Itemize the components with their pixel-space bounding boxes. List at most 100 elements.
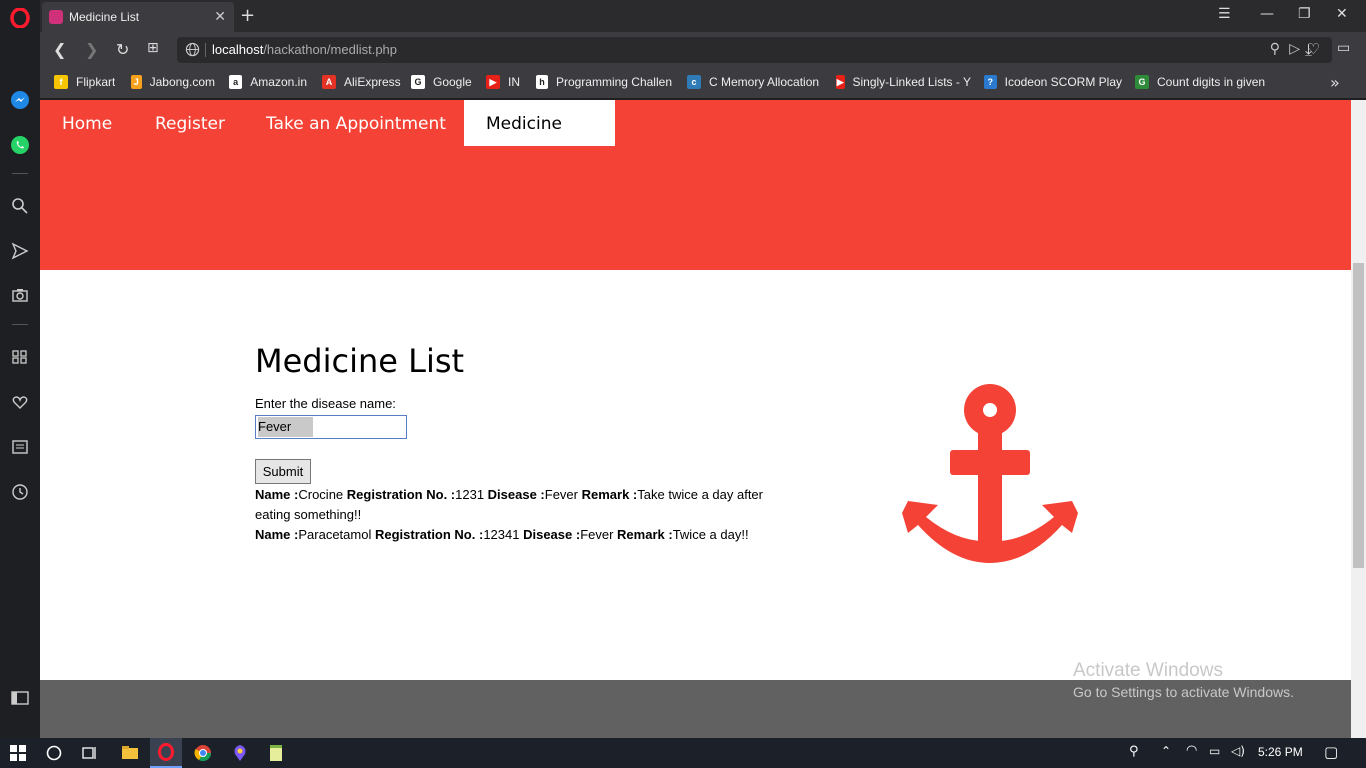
- clock[interactable]: 5:26 PM: [1258, 745, 1303, 759]
- people-icon[interactable]: ⚲: [1129, 744, 1139, 759]
- volume-icon[interactable]: ◁): [1231, 744, 1245, 758]
- bookmark-favicon-icon: f: [54, 75, 68, 89]
- bookmark-favicon-icon: h: [536, 75, 548, 89]
- tab-medicine-list[interactable]: Medicine List ✕: [42, 2, 234, 32]
- tab-strip: Medicine List ✕ + ☰ — ❐ ✕: [40, 0, 1366, 32]
- disease-input-value: Fever: [258, 417, 313, 437]
- close-tab-icon[interactable]: ✕: [214, 9, 226, 25]
- cortana-icon[interactable]: [44, 743, 64, 763]
- bookmarks-overflow-icon[interactable]: »: [1330, 73, 1340, 92]
- back-icon[interactable]: ❮: [53, 40, 66, 59]
- bookmark-favicon-icon: G: [411, 75, 425, 89]
- notepad-icon[interactable]: [266, 743, 286, 763]
- bookmark-favicon-icon: G: [1135, 75, 1149, 89]
- restore-icon[interactable]: ❐: [1298, 6, 1311, 22]
- bookmark-label: IN: [508, 75, 520, 89]
- bookmark-item[interactable]: ? Icodeon SCORM Play: [984, 75, 1122, 89]
- bookmark-label: Amazon.in: [250, 75, 307, 89]
- bookmark-favicon-icon: J: [131, 75, 142, 89]
- bookmark-label: Flipkart: [76, 75, 116, 89]
- bookmark-favicon-icon: ▶: [486, 75, 500, 89]
- opera-sidebar: [0, 0, 40, 738]
- anchor-icon: [902, 384, 1078, 563]
- opera-taskbar-icon[interactable]: [150, 738, 182, 768]
- opera-logo-icon[interactable]: [8, 6, 32, 30]
- task-view-icon[interactable]: [80, 743, 100, 763]
- heart-icon[interactable]: [8, 390, 32, 414]
- sidebar-toggle-icon[interactable]: [8, 686, 32, 710]
- result-item: Name :Crocine Registration No. :1231 Dis…: [255, 487, 763, 522]
- minimize-icon[interactable]: —: [1260, 6, 1274, 22]
- search-icon[interactable]: [8, 194, 32, 218]
- scrollbar-thumb[interactable]: [1353, 263, 1364, 568]
- bookmark-item[interactable]: G Google: [411, 75, 472, 89]
- tab-menu-icon[interactable]: ☰: [1218, 6, 1231, 22]
- bookmark-label: Programming Challen: [555, 75, 672, 89]
- send-icon[interactable]: [8, 239, 32, 263]
- tabs-grid-icon[interactable]: ⊞: [147, 40, 159, 56]
- disease-input[interactable]: Fever: [255, 415, 407, 439]
- battery-icon[interactable]: ▭: [1209, 744, 1220, 758]
- bookmark-label: C Memory Allocation: [709, 75, 820, 89]
- bookmark-item[interactable]: ▶ Singly-Linked Lists - Y: [836, 75, 971, 89]
- new-tab-icon[interactable]: +: [240, 5, 255, 26]
- bookmark-label: Jabong.com: [149, 75, 215, 89]
- nav-home-link[interactable]: Home: [40, 100, 134, 146]
- send-to-flow-icon[interactable]: ▷: [1289, 41, 1300, 57]
- reload-icon[interactable]: ↻: [116, 40, 129, 59]
- snapshot-icon[interactable]: ⚲: [1270, 41, 1280, 57]
- site-navigation: Home Register Take an Appointment Medici…: [40, 100, 1351, 182]
- bookmark-favicon-icon: A: [322, 75, 336, 89]
- download-icon[interactable]: ⤓: [1305, 40, 1312, 60]
- nav-appointment-link[interactable]: Take an Appointment: [244, 100, 468, 146]
- bookmark-item[interactable]: a Amazon.in: [229, 75, 307, 89]
- web-page: Home Register Take an Appointment Medici…: [40, 100, 1351, 738]
- action-center-icon[interactable]: ▢: [1324, 743, 1338, 761]
- bookmark-label: Icodeon SCORM Play: [1004, 75, 1122, 89]
- chrome-icon[interactable]: [193, 743, 213, 763]
- navigation-bar: ❮ ❯ ↻ ⊞ localhost/hackathon/medlist.php …: [40, 32, 1366, 68]
- file-explorer-icon[interactable]: [120, 743, 140, 763]
- submit-button[interactable]: Submit: [255, 459, 311, 484]
- close-window-icon[interactable]: ✕: [1336, 6, 1348, 22]
- page-title: Medicine List: [255, 342, 465, 380]
- nav-medicine-list-link[interactable]: Medicine List: [464, 100, 615, 182]
- history-icon[interactable]: [8, 480, 32, 504]
- bookmark-item[interactable]: A AliExpress: [322, 75, 401, 89]
- paint-icon[interactable]: [230, 743, 250, 763]
- disease-input-label: Enter the disease name:: [255, 396, 396, 411]
- camera-icon[interactable]: [8, 283, 32, 307]
- nav-register-link[interactable]: Register: [133, 100, 247, 146]
- whatsapp-icon[interactable]: [8, 133, 32, 157]
- bookmark-favicon-icon: a: [229, 75, 243, 89]
- bookmark-item[interactable]: h Programming Challen: [536, 75, 672, 89]
- bookmarks-bar: f Flipkart J Jabong.com a Amazon.in A AliExpres…: [40, 68, 1366, 98]
- globe-icon: [185, 42, 200, 57]
- activate-windows-watermark: Activate Windows Go to Settings to activ…: [1073, 660, 1294, 700]
- bookmark-item[interactable]: ▶ IN: [486, 75, 520, 89]
- bookmark-favicon-icon: ?: [984, 75, 997, 89]
- bookmark-item[interactable]: c C Memory Allocation: [687, 75, 819, 89]
- bookmark-favicon-icon: c: [687, 75, 701, 89]
- address-bar[interactable]: localhost/hackathon/medlist.php ⚲ ▷ ♡: [177, 37, 1332, 63]
- tab-favicon-icon: [49, 10, 63, 24]
- page-scrollbar[interactable]: [1351, 100, 1366, 738]
- bookmark-item[interactable]: G Count digits in given: [1135, 75, 1265, 89]
- windows-start-icon[interactable]: [8, 743, 28, 763]
- result-item: Name :Paracetamol Registration No. :1234…: [255, 527, 749, 542]
- messenger-icon[interactable]: [8, 88, 32, 112]
- speed-dial-icon[interactable]: [8, 345, 32, 369]
- bookmark-item[interactable]: f Flipkart: [54, 75, 115, 89]
- bookmark-item[interactable]: J Jabong.com: [131, 75, 215, 89]
- tab-title: Medicine List: [69, 10, 140, 24]
- show-hidden-icons-icon[interactable]: ⌃: [1161, 744, 1171, 758]
- wifi-icon[interactable]: ◠: [1186, 743, 1197, 758]
- bookmark-label: Singly-Linked Lists - Y: [852, 75, 972, 89]
- news-icon[interactable]: [8, 435, 32, 459]
- forward-icon[interactable]: ❯: [85, 40, 98, 59]
- hero-banner: [40, 148, 1351, 270]
- bookmark-label: Google: [433, 75, 472, 89]
- battery-saver-icon[interactable]: ▭: [1337, 40, 1350, 56]
- medicine-results: Name :Crocine Registration No. :1231 Dis…: [255, 485, 800, 545]
- bookmark-label: Count digits in given: [1157, 75, 1266, 89]
